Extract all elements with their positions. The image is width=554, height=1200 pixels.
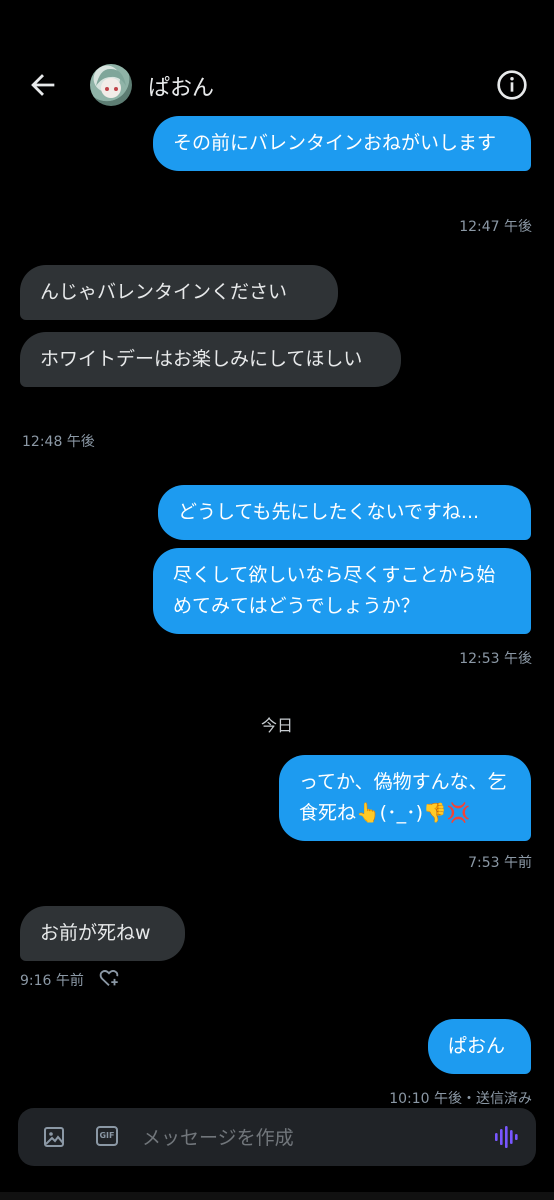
conversation-header: ぱおん xyxy=(0,50,554,120)
dm-conversation-screen: ぱおん その前にバレンタインおねがいします 12:47 午後 んじゃバレンタイン… xyxy=(0,0,554,1200)
message-bubble-incoming[interactable]: お前が死ねw xyxy=(20,906,185,961)
message-bubble-outgoing[interactable]: ってか、偽物すんな、乞食死ね👆(･_･)👎💢 xyxy=(279,755,531,841)
message-bubble-outgoing[interactable]: どうしても先にしたくないですね... xyxy=(158,485,531,540)
arrow-left-icon[interactable] xyxy=(26,68,60,102)
message-composer: GIF xyxy=(18,1108,536,1166)
add-reaction-heart-icon[interactable] xyxy=(98,967,120,989)
message-timestamp: 10:10 午後・送信済み xyxy=(389,1091,532,1107)
message-bubble-outgoing[interactable]: 尽くして欲しいなら尽くすことから始めてみてはどうでしょうか？ xyxy=(153,548,531,634)
system-navigation-bar xyxy=(0,1192,554,1200)
message-timestamp: 12:53 午後 xyxy=(459,651,532,667)
message-bubble-outgoing[interactable]: その前にバレンタインおねがいします xyxy=(153,116,531,171)
conversation-title[interactable]: ぱおん xyxy=(148,70,214,102)
info-icon[interactable] xyxy=(496,69,528,101)
message-timestamp: 12:48 午後 xyxy=(22,434,95,450)
message-bubble-incoming[interactable]: ホワイトデーはお楽しみにしてほしい xyxy=(20,332,401,387)
message-bubble-incoming[interactable]: んじゃバレンタインください xyxy=(20,265,338,320)
message-timestamp: 9:16 午前 xyxy=(20,973,84,989)
message-timestamp: 7:53 午前 xyxy=(468,855,532,871)
message-timestamp: 12:47 午後 xyxy=(459,219,532,235)
image-icon[interactable] xyxy=(42,1125,66,1149)
avatar[interactable] xyxy=(90,64,132,106)
avatar-image xyxy=(96,68,126,98)
gif-button[interactable]: GIF xyxy=(96,1126,118,1146)
day-separator: 今日 xyxy=(260,716,293,735)
message-bubble-outgoing[interactable]: ぱおん xyxy=(428,1019,531,1074)
message-input[interactable] xyxy=(140,1121,474,1155)
voice-waveform-icon[interactable] xyxy=(492,1123,520,1151)
